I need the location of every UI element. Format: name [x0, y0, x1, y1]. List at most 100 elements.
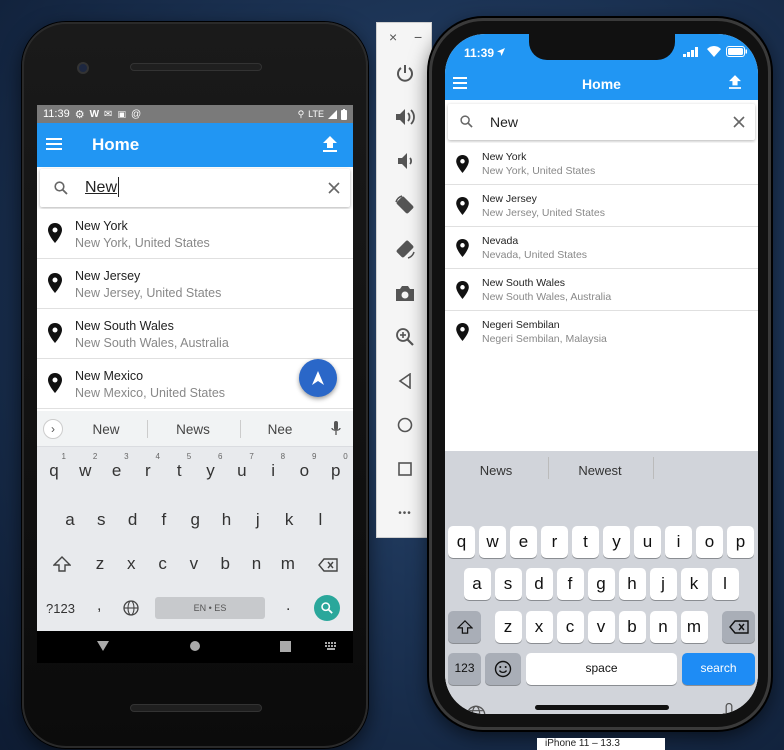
period-key[interactable]: .	[286, 597, 290, 615]
key-v[interactable]: v	[587, 611, 615, 643]
key-u[interactable]: u7	[227, 452, 257, 481]
result-item[interactable]: New York New York, United States	[37, 209, 353, 259]
symbols-key[interactable]: ?123	[46, 601, 75, 616]
key-v[interactable]: v	[179, 554, 209, 574]
shift-icon[interactable]	[53, 556, 71, 572]
key-q[interactable]: q1	[39, 452, 69, 481]
key-g[interactable]: g	[587, 568, 615, 600]
key-b[interactable]: b	[618, 611, 646, 643]
space-key[interactable]: space	[526, 653, 677, 685]
key-p[interactable]: p0	[321, 452, 351, 481]
home-button[interactable]	[377, 410, 433, 440]
close-icon[interactable]: ×	[389, 29, 397, 45]
volume-down-button[interactable]	[377, 146, 433, 176]
overview-button[interactable]	[377, 454, 433, 484]
result-item[interactable]: New South Wales New South Wales, Austral…	[445, 269, 758, 311]
search-action-key[interactable]	[314, 595, 340, 621]
result-item[interactable]: Nevada Nevada, United States	[445, 227, 758, 269]
suggestion-3[interactable]: Nee	[245, 422, 315, 437]
recents-nav-icon[interactable]	[280, 641, 291, 652]
emoji-key[interactable]	[485, 653, 521, 685]
key-b[interactable]: b	[210, 554, 240, 574]
key-l[interactable]: l	[711, 568, 739, 600]
key-e[interactable]: e	[510, 526, 537, 558]
result-item[interactable]: New York New York, United States	[445, 143, 758, 185]
back-button[interactable]	[377, 366, 433, 396]
key-n[interactable]: n	[649, 611, 677, 643]
key-m[interactable]: m	[273, 554, 303, 574]
key-q[interactable]: q	[448, 526, 475, 558]
key-m[interactable]: m	[680, 611, 708, 643]
volume-up-button[interactable]	[377, 102, 433, 132]
search-key[interactable]: search	[682, 653, 755, 685]
key-j[interactable]: j	[649, 568, 677, 600]
shift-key[interactable]	[448, 611, 481, 643]
microphone-icon[interactable]	[331, 421, 341, 436]
key-t[interactable]: t	[572, 526, 599, 558]
key-i[interactable]: i	[665, 526, 692, 558]
key-f[interactable]: f	[149, 510, 179, 530]
key-p[interactable]: p	[727, 526, 754, 558]
rotate-right-button[interactable]	[377, 234, 433, 264]
suggestion-1[interactable]: News	[465, 463, 527, 478]
key-d[interactable]: d	[118, 510, 148, 530]
clear-icon[interactable]	[733, 116, 745, 128]
key-y[interactable]: y	[603, 526, 630, 558]
key-k[interactable]: k	[680, 568, 708, 600]
key-c[interactable]: c	[148, 554, 178, 574]
clear-icon[interactable]	[328, 182, 340, 194]
key-e[interactable]: e3	[102, 452, 132, 481]
key-c[interactable]: c	[556, 611, 584, 643]
hamburger-menu-icon[interactable]	[46, 137, 62, 151]
search-input[interactable]: New	[490, 114, 518, 130]
comma-key[interactable]: ,	[97, 597, 101, 615]
dictation-microphone-icon[interactable]	[722, 703, 736, 714]
key-j[interactable]: j	[243, 510, 273, 530]
key-i[interactable]: i8	[258, 452, 288, 481]
key-g[interactable]: g	[180, 510, 210, 530]
globe-icon[interactable]	[466, 705, 486, 714]
key-u[interactable]: u	[634, 526, 661, 558]
globe-icon[interactable]	[123, 600, 139, 616]
key-o[interactable]: o	[696, 526, 723, 558]
key-y[interactable]: y6	[196, 452, 226, 481]
key-o[interactable]: o9	[289, 452, 319, 481]
key-a[interactable]: a	[463, 568, 491, 600]
key-w[interactable]: w2	[70, 452, 100, 481]
key-t[interactable]: t5	[164, 452, 194, 481]
key-n[interactable]: n	[242, 554, 272, 574]
upload-icon[interactable]	[323, 136, 337, 152]
key-w[interactable]: w	[479, 526, 506, 558]
suggestion-2[interactable]: News	[158, 422, 228, 437]
upload-icon[interactable]	[729, 75, 741, 89]
result-item[interactable]: Negeri Sembilan Negeri Sembilan, Malaysi…	[445, 311, 758, 353]
numbers-key[interactable]: 123	[448, 653, 481, 685]
key-h[interactable]: h	[618, 568, 646, 600]
back-nav-icon[interactable]	[97, 641, 109, 651]
key-f[interactable]: f	[556, 568, 584, 600]
backspace-icon[interactable]	[318, 558, 338, 572]
power-button[interactable]	[377, 58, 433, 88]
home-nav-icon[interactable]	[189, 640, 201, 652]
suggestion-1[interactable]: New	[71, 422, 141, 437]
key-r[interactable]: r	[541, 526, 568, 558]
key-h[interactable]: h	[212, 510, 242, 530]
result-item[interactable]: New Jersey New Jersey, United States	[445, 185, 758, 227]
result-item[interactable]: New South Wales New South Wales, Austral…	[37, 309, 353, 359]
more-options-icon[interactable]: •••	[377, 498, 433, 528]
key-x[interactable]: x	[525, 611, 553, 643]
key-k[interactable]: k	[274, 510, 304, 530]
key-l[interactable]: l	[305, 510, 335, 530]
rotate-left-button[interactable]	[377, 190, 433, 220]
key-r[interactable]: r4	[133, 452, 163, 481]
navigation-fab[interactable]	[299, 359, 337, 397]
key-z[interactable]: z	[494, 611, 522, 643]
key-x[interactable]: x	[116, 554, 146, 574]
chevron-right-icon[interactable]: ›	[43, 419, 63, 439]
result-item[interactable]: New Jersey New Jersey, United States	[37, 259, 353, 309]
zoom-button[interactable]	[377, 322, 433, 352]
key-s[interactable]: s	[86, 510, 116, 530]
key-z[interactable]: z	[85, 554, 115, 574]
minimize-icon[interactable]: −	[414, 29, 422, 45]
backspace-key[interactable]	[722, 611, 755, 643]
